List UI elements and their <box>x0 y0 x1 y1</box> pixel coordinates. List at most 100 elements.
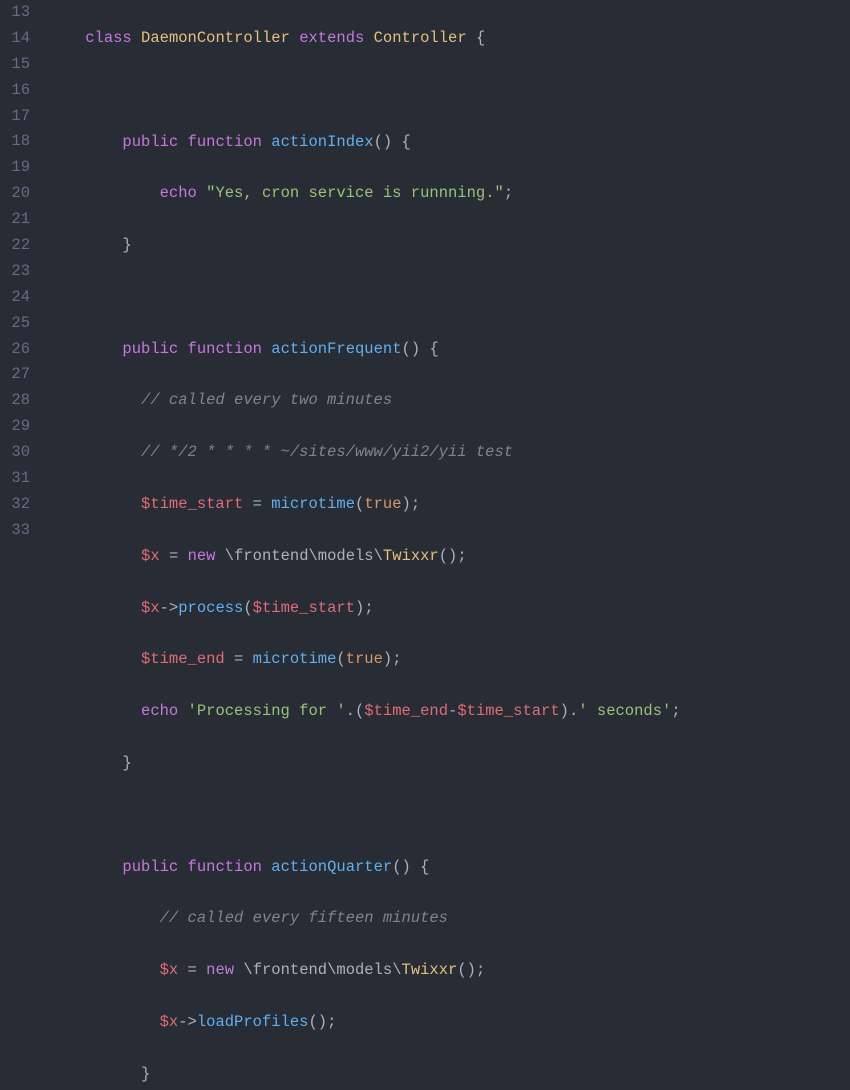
op: = <box>169 547 178 565</box>
line-number: 22 <box>0 233 30 259</box>
keyword-class: class <box>85 29 132 47</box>
keyword-function: function <box>188 858 262 876</box>
brace: } <box>122 754 131 772</box>
code-line <box>48 803 850 829</box>
paren: ) <box>402 495 411 513</box>
variable: $x <box>160 1013 179 1031</box>
paren: ( <box>355 702 364 720</box>
paren: ) <box>355 599 364 617</box>
variable: $time_end <box>364 702 448 720</box>
code-line: $time_end = microtime(true); <box>48 647 850 673</box>
arrow: -> <box>178 1013 197 1031</box>
line-number: 26 <box>0 337 30 363</box>
dot: . <box>346 702 355 720</box>
function-name: actionFrequent <box>271 340 401 358</box>
semi: ; <box>671 702 680 720</box>
call: microtime <box>271 495 355 513</box>
keyword-echo: echo <box>160 184 197 202</box>
class-name: Twixxr <box>383 547 439 565</box>
code-line: public function actionQuarter() { <box>48 855 850 881</box>
semi: ; <box>457 547 466 565</box>
code-line: } <box>48 1062 850 1088</box>
code-line: $time_start = microtime(true); <box>48 492 850 518</box>
code-line: $x->loadProfiles(); <box>48 1010 850 1036</box>
variable: $x <box>160 961 179 979</box>
class-name: DaemonController <box>141 29 290 47</box>
comment: // called every two minutes <box>141 391 392 409</box>
line-number: 27 <box>0 362 30 388</box>
line-number: 32 <box>0 492 30 518</box>
semi: ; <box>327 1013 336 1031</box>
parens: () <box>402 340 421 358</box>
line-number: 24 <box>0 285 30 311</box>
variable: $time_start <box>253 599 355 617</box>
class-name: Controller <box>374 29 467 47</box>
line-number: 28 <box>0 388 30 414</box>
variable: $x <box>141 599 160 617</box>
line-number: 20 <box>0 181 30 207</box>
line-number: 15 <box>0 52 30 78</box>
line-number: 23 <box>0 259 30 285</box>
paren: ( <box>336 650 345 668</box>
keyword-extends: extends <box>299 29 364 47</box>
line-number: 14 <box>0 26 30 52</box>
keyword-new: new <box>188 547 216 565</box>
namespace: \frontend\models\ <box>243 961 401 979</box>
semi: ; <box>504 184 513 202</box>
code-line: // */2 * * * * ~/sites/www/yii2/yii test <box>48 440 850 466</box>
parens: () <box>374 133 393 151</box>
line-number: 21 <box>0 207 30 233</box>
comment: // called every fifteen minutes <box>160 909 448 927</box>
op: = <box>253 495 262 513</box>
code-line: // called every fifteen minutes <box>48 906 850 932</box>
code-line: echo "Yes, cron service is runnning."; <box>48 181 850 207</box>
parens: () <box>392 858 411 876</box>
keyword-public: public <box>122 340 178 358</box>
line-number: 18 <box>0 129 30 155</box>
line-number: 17 <box>0 104 30 130</box>
code-line: } <box>48 751 850 777</box>
keyword-function: function <box>188 133 262 151</box>
line-number: 25 <box>0 311 30 337</box>
code-content[interactable]: class DaemonController extends Controlle… <box>48 0 850 545</box>
keyword-public: public <box>122 858 178 876</box>
line-number: 33 <box>0 518 30 544</box>
brace: { <box>420 858 429 876</box>
arrow: -> <box>160 599 179 617</box>
variable: $time_start <box>457 702 559 720</box>
code-line: $x = new \frontend\models\Twixxr(); <box>48 958 850 984</box>
line-number: 30 <box>0 440 30 466</box>
call: loadProfiles <box>197 1013 309 1031</box>
class-name: Twixxr <box>402 961 458 979</box>
line-gutter: 13 14 15 16 17 18 19 20 21 22 23 24 25 2… <box>0 0 48 545</box>
line-number: 29 <box>0 414 30 440</box>
bool: true <box>346 650 383 668</box>
code-line: public function actionIndex() { <box>48 130 850 156</box>
namespace: \frontend\models\ <box>225 547 383 565</box>
line-number: 13 <box>0 0 30 26</box>
semi: ; <box>476 961 485 979</box>
line-number: 31 <box>0 466 30 492</box>
code-line: class DaemonController extends Controlle… <box>48 26 850 52</box>
code-line: $x->process($time_start); <box>48 596 850 622</box>
line-number: 19 <box>0 155 30 181</box>
paren: ( <box>355 495 364 513</box>
code-line: public function actionFrequent() { <box>48 337 850 363</box>
code-editor: 13 14 15 16 17 18 19 20 21 22 23 24 25 2… <box>0 0 850 545</box>
code-line: echo 'Processing for '.($time_end-$time_… <box>48 699 850 725</box>
variable: $time_end <box>141 650 225 668</box>
op: = <box>188 961 197 979</box>
string: "Yes, cron service is runnning." <box>206 184 504 202</box>
code-line: // called every two minutes <box>48 388 850 414</box>
semi: ; <box>364 599 373 617</box>
dot: . <box>569 702 578 720</box>
brace: } <box>141 1065 150 1083</box>
keyword-public: public <box>122 133 178 151</box>
parens: () <box>439 547 458 565</box>
call: microtime <box>253 650 337 668</box>
line-number: 16 <box>0 78 30 104</box>
keyword-new: new <box>206 961 234 979</box>
semi: ; <box>411 495 420 513</box>
string: ' seconds' <box>578 702 671 720</box>
parens: () <box>457 961 476 979</box>
